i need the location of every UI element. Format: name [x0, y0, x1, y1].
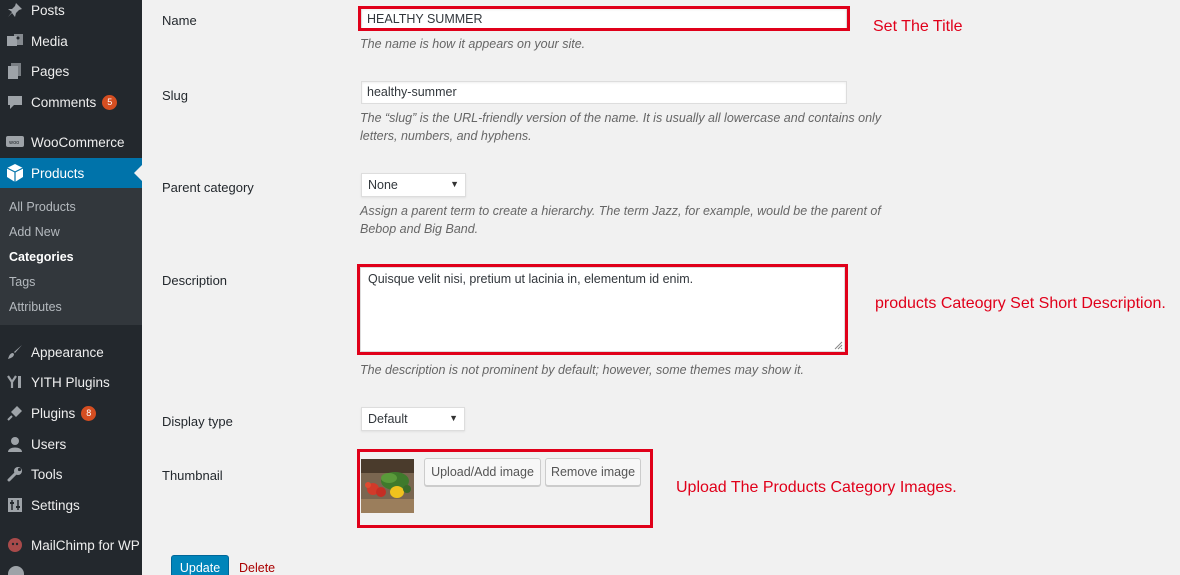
slug-help-line-2: letters, numbers, and hyphens. — [360, 129, 532, 143]
menu-settings-label: Settings — [31, 497, 80, 513]
menu-mailchimp[interactable]: MailChimp for WP — [0, 530, 142, 560]
user-icon — [5, 434, 25, 454]
thumbnail-image — [361, 459, 414, 513]
menu-media-label: Media — [31, 33, 68, 49]
menu-woocommerce[interactable]: woo WooCommerce — [0, 127, 142, 157]
parent-category-select[interactable]: None ▼ — [361, 173, 466, 197]
description-help: The description is not prominent by defa… — [360, 363, 804, 377]
menu-pages-label: Pages — [31, 63, 70, 79]
yith-icon — [5, 372, 25, 392]
menu-tools[interactable]: Tools — [0, 459, 142, 489]
description-label: Description — [162, 273, 228, 288]
display-type-label: Display type — [162, 414, 233, 429]
description-text: Quisque velit nisi, pretium ut lacinia i… — [368, 272, 694, 286]
slug-input[interactable]: healthy-summer — [361, 81, 847, 104]
dropdown-arrow-icon: ▼ — [450, 179, 459, 189]
menu-comments[interactable]: Comments 5 — [0, 87, 142, 117]
menu-settings[interactable]: Settings — [0, 490, 142, 520]
menu-plugins-label: Plugins — [31, 405, 76, 421]
dropdown-arrow-icon: ▼ — [449, 413, 458, 423]
slug-label: Slug — [162, 88, 189, 103]
upload-add-image-button[interactable]: Upload/Add image — [424, 458, 541, 486]
paintbrush-icon — [5, 342, 25, 362]
submenu-attributes[interactable]: Attributes — [9, 300, 62, 314]
parent-help-line-1: Assign a parent term to create a hierarc… — [360, 204, 881, 218]
media-icon — [5, 31, 25, 51]
menu-yith-plugins[interactable]: YITH Plugins — [0, 367, 142, 397]
annotation-set-description: products Cateogry Set Short Description. — [875, 295, 1166, 312]
menu-comments-label: Comments — [31, 94, 97, 110]
parent-help-line-2: Bebop and Big Band. — [360, 222, 479, 236]
name-help: The name is how it appears on your site. — [360, 37, 586, 51]
comment-icon — [5, 92, 25, 112]
update-button[interactable]: Update — [171, 555, 229, 575]
resize-handle-icon[interactable] — [834, 341, 843, 350]
settings-sliders-icon — [5, 495, 25, 515]
menu-products[interactable]: Products — [0, 158, 142, 188]
products-box-icon — [5, 163, 25, 183]
name-label: Name — [162, 13, 197, 28]
menu-woocommerce-label: WooCommerce — [31, 134, 125, 150]
menu-pages[interactable]: Pages — [0, 56, 142, 86]
menu-appearance[interactable]: Appearance — [0, 337, 142, 367]
plugin-icon — [5, 403, 25, 423]
menu-appearance-label: Appearance — [31, 344, 104, 360]
submenu-add-new[interactable]: Add New — [9, 225, 60, 239]
woo-icon: woo — [5, 132, 25, 152]
plugins-count-badge: 8 — [81, 405, 97, 421]
parent-category-label: Parent category — [162, 180, 254, 195]
products-submenu: All Products Add New Categories Tags Att… — [0, 188, 142, 325]
comments-count-badge: 5 — [102, 94, 118, 110]
menu-mailchimp-label: MailChimp for WP — [31, 537, 140, 553]
menu-products-label: Products — [31, 165, 85, 181]
menu-media[interactable]: Media — [0, 26, 142, 56]
admin-sidebar: Posts Media Pages Comments 5 woo WooComm… — [0, 0, 142, 575]
remove-image-button[interactable]: Remove image — [545, 458, 641, 486]
submenu-categories[interactable]: Categories — [9, 250, 74, 264]
thumbnail-label: Thumbnail — [162, 468, 223, 483]
menu-tools-label: Tools — [31, 466, 63, 482]
pages-icon — [5, 61, 25, 81]
description-textarea[interactable]: Quisque velit nisi, pretium ut lacinia i… — [360, 267, 845, 352]
annotation-set-title: Set The Title — [873, 18, 963, 35]
menu-posts[interactable]: Posts — [0, 0, 142, 25]
svg-text:woo: woo — [9, 140, 19, 146]
wrench-icon — [5, 464, 25, 484]
annotation-upload-images: Upload The Products Category Images. — [676, 479, 957, 496]
menu-posts-label: Posts — [31, 2, 65, 18]
name-input[interactable]: HEALTHY SUMMER — [361, 8, 847, 30]
menu-users[interactable]: Users — [0, 429, 142, 459]
delete-link[interactable]: Delete — [239, 561, 275, 575]
submenu-all-products[interactable]: All Products — [9, 200, 76, 214]
display-type-value: Default — [368, 412, 408, 426]
submenu-tags[interactable]: Tags — [9, 275, 35, 289]
collapse-menu-icon[interactable] — [8, 566, 24, 575]
menu-users-label: Users — [31, 436, 67, 452]
parent-category-value: None — [368, 178, 398, 192]
pin-icon — [5, 0, 25, 20]
mailchimp-icon — [5, 535, 25, 555]
slug-help-line-1: The “slug” is the URL-friendly version o… — [360, 111, 882, 125]
menu-yith-label: YITH Plugins — [31, 374, 110, 390]
menu-plugins[interactable]: Plugins 8 — [0, 398, 142, 428]
display-type-select[interactable]: Default ▼ — [361, 407, 465, 431]
